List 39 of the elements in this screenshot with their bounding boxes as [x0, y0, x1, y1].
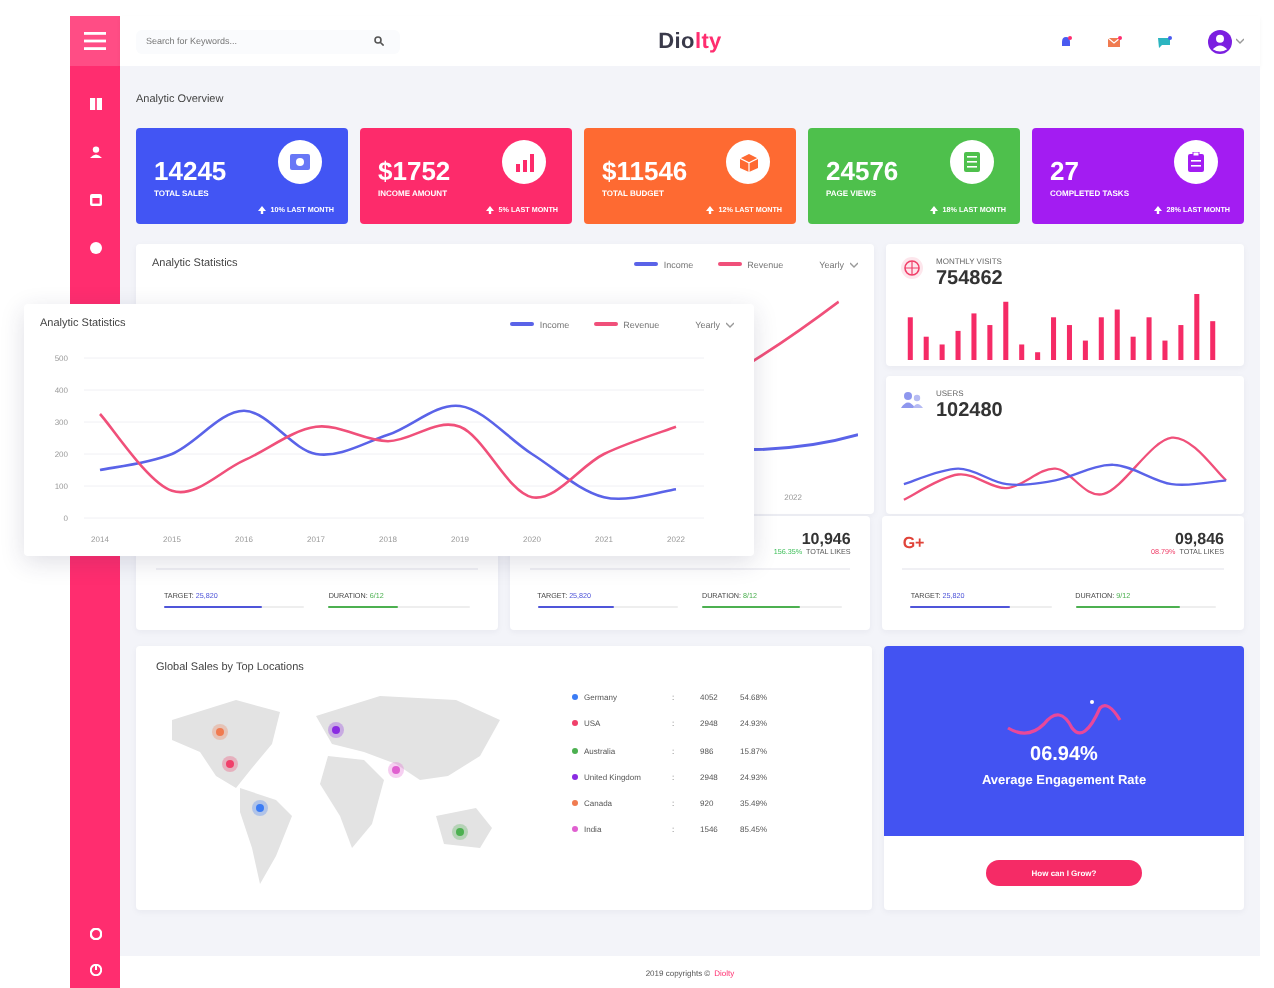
caret-icon — [726, 321, 734, 327]
dashboard-icon[interactable] — [89, 98, 101, 110]
document-icon — [964, 152, 980, 172]
avatar-icon — [1208, 29, 1232, 53]
likes-value: 10,946 — [799, 529, 851, 547]
calendar-icon[interactable] — [89, 194, 101, 206]
clipboard-icon — [1188, 152, 1204, 172]
stat-value: $11546 — [602, 157, 688, 183]
arrow-up-icon — [258, 206, 267, 214]
arrow-up-icon — [486, 206, 495, 214]
caret-icon — [1236, 38, 1244, 44]
wave-drawing — [1004, 695, 1124, 739]
menu-button[interactable] — [70, 16, 120, 66]
stat-value: 14245 — [154, 157, 227, 183]
stat-value: 27 — [1050, 157, 1081, 183]
arrow-up-icon — [1154, 206, 1163, 214]
power-icon[interactable] — [89, 964, 101, 976]
stat-value: 24576 — [826, 157, 899, 183]
engagement-value: 06.94% — [1030, 743, 1098, 765]
metric-value: 754862 — [936, 268, 1003, 290]
metric-value: 102480 — [936, 400, 1003, 422]
likes-value: 09,846 — [1173, 529, 1224, 547]
chart-icon — [515, 153, 533, 171]
user-icon[interactable] — [89, 146, 101, 158]
logo-text: Diolty — [658, 29, 722, 53]
bell-icon[interactable] — [1060, 35, 1072, 47]
caret-icon — [850, 261, 858, 267]
envelope-icon[interactable] — [1108, 35, 1122, 47]
google-plus-logo: G+ — [902, 533, 925, 551]
account-button[interactable] — [1208, 29, 1244, 53]
search-icon — [374, 36, 384, 46]
arrow-up-icon — [706, 206, 715, 214]
menu-icon — [84, 32, 106, 50]
box-icon — [739, 153, 757, 171]
money-icon — [290, 154, 310, 170]
users-icon — [900, 388, 924, 412]
stat-value: $1752 — [378, 157, 451, 183]
globe-icon — [900, 256, 924, 280]
arrow-up-icon — [930, 206, 939, 214]
